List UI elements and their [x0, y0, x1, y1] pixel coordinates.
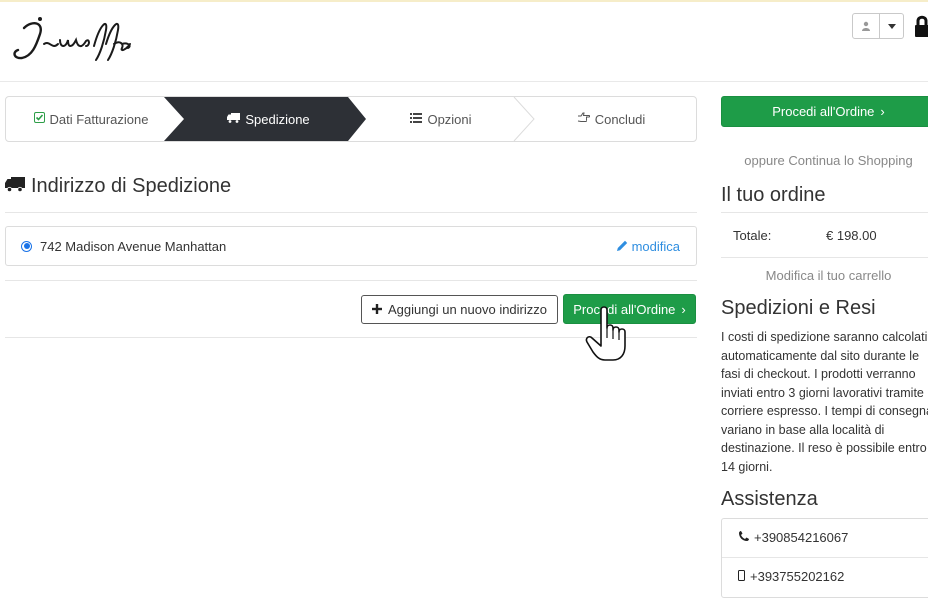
user-icon[interactable] — [852, 13, 880, 39]
section-divider — [721, 257, 928, 258]
edit-label: modifica — [631, 238, 680, 254]
sidebar-proceed-order-button[interactable]: Procedi all'Ordine › — [721, 96, 928, 127]
step-concludi[interactable]: Concludi — [526, 97, 696, 141]
total-value: € 198.00 — [826, 228, 877, 243]
chevron-right-icon: › — [681, 301, 686, 317]
section-divider — [5, 337, 697, 338]
check-square-icon — [33, 112, 45, 126]
order-title: Il tuo ordine — [721, 184, 826, 206]
total-label: Totale: — [733, 228, 772, 243]
step-label: Dati Fatturazione — [49, 111, 149, 127]
header-divider — [0, 81, 928, 82]
hand-point-icon — [577, 112, 590, 126]
modify-cart-link[interactable]: Modifica il tuo carrello — [721, 268, 928, 283]
list-icon — [410, 112, 423, 126]
phone-item[interactable]: +390854216067 — [738, 530, 848, 545]
address-radio[interactable] — [21, 240, 32, 252]
edit-address-link[interactable]: modifica — [616, 238, 680, 254]
step-dati-fatturazione[interactable]: Dati Fatturazione — [6, 97, 176, 141]
top-accent-line — [0, 0, 928, 2]
plus-icon — [372, 302, 382, 317]
step-spedizione[interactable]: Spedizione — [176, 97, 361, 141]
jeunesse-logo[interactable] — [10, 14, 150, 66]
phone-item[interactable]: +393755202162 — [738, 569, 844, 584]
phone-number: +393755202162 — [750, 569, 845, 584]
step-opzioni[interactable]: Opzioni — [361, 97, 521, 141]
continue-shopping-link[interactable]: oppure Continua lo Shopping — [721, 153, 928, 168]
add-address-label: Aggiungi un nuovo indirizzo — [388, 302, 547, 317]
add-address-button[interactable]: Aggiungi un nuovo indirizzo — [361, 295, 558, 324]
shipping-returns-text: I costi di spedizione saranno calcolati … — [721, 330, 928, 474]
proceed-label: Procedi all'Ordine — [772, 104, 875, 119]
truck-icon — [5, 175, 25, 198]
shipping-address-title: Indirizzo di Spedizione — [5, 175, 231, 198]
chevron-right-icon: › — [880, 104, 885, 119]
address-text: 742 Madison Avenue Manhattan — [40, 238, 227, 254]
phone-number: +390854216067 — [754, 530, 849, 545]
user-menu[interactable] — [852, 13, 904, 39]
step-label: Opzioni — [427, 111, 472, 127]
section-divider — [721, 212, 928, 213]
step-label: Concludi — [594, 111, 646, 127]
caret-down-icon[interactable] — [880, 13, 904, 39]
step-label: Spedizione — [245, 111, 310, 127]
assistance-title: Assistenza — [721, 488, 818, 510]
truck-icon — [227, 112, 241, 126]
section-divider — [5, 212, 697, 213]
address-option[interactable]: 742 Madison Avenue Manhattan modifica — [5, 226, 697, 266]
proceed-order-button[interactable]: Procedi all'Ordine › — [563, 294, 696, 324]
pencil-icon — [616, 239, 628, 254]
proceed-label: Procedi all'Ordine — [573, 301, 676, 317]
section-divider — [5, 280, 697, 281]
lock-icon[interactable] — [914, 14, 928, 38]
checkout-steps: Dati Fatturazione Spedizione Opzioni Con… — [5, 96, 697, 142]
assistance-divider — [722, 557, 928, 558]
phone-icon — [738, 530, 749, 545]
shipping-title-text: Indirizzo di Spedizione — [31, 175, 232, 197]
mobile-phone-icon — [738, 569, 745, 584]
shipping-returns-title: Spedizioni e Resi — [721, 297, 876, 319]
